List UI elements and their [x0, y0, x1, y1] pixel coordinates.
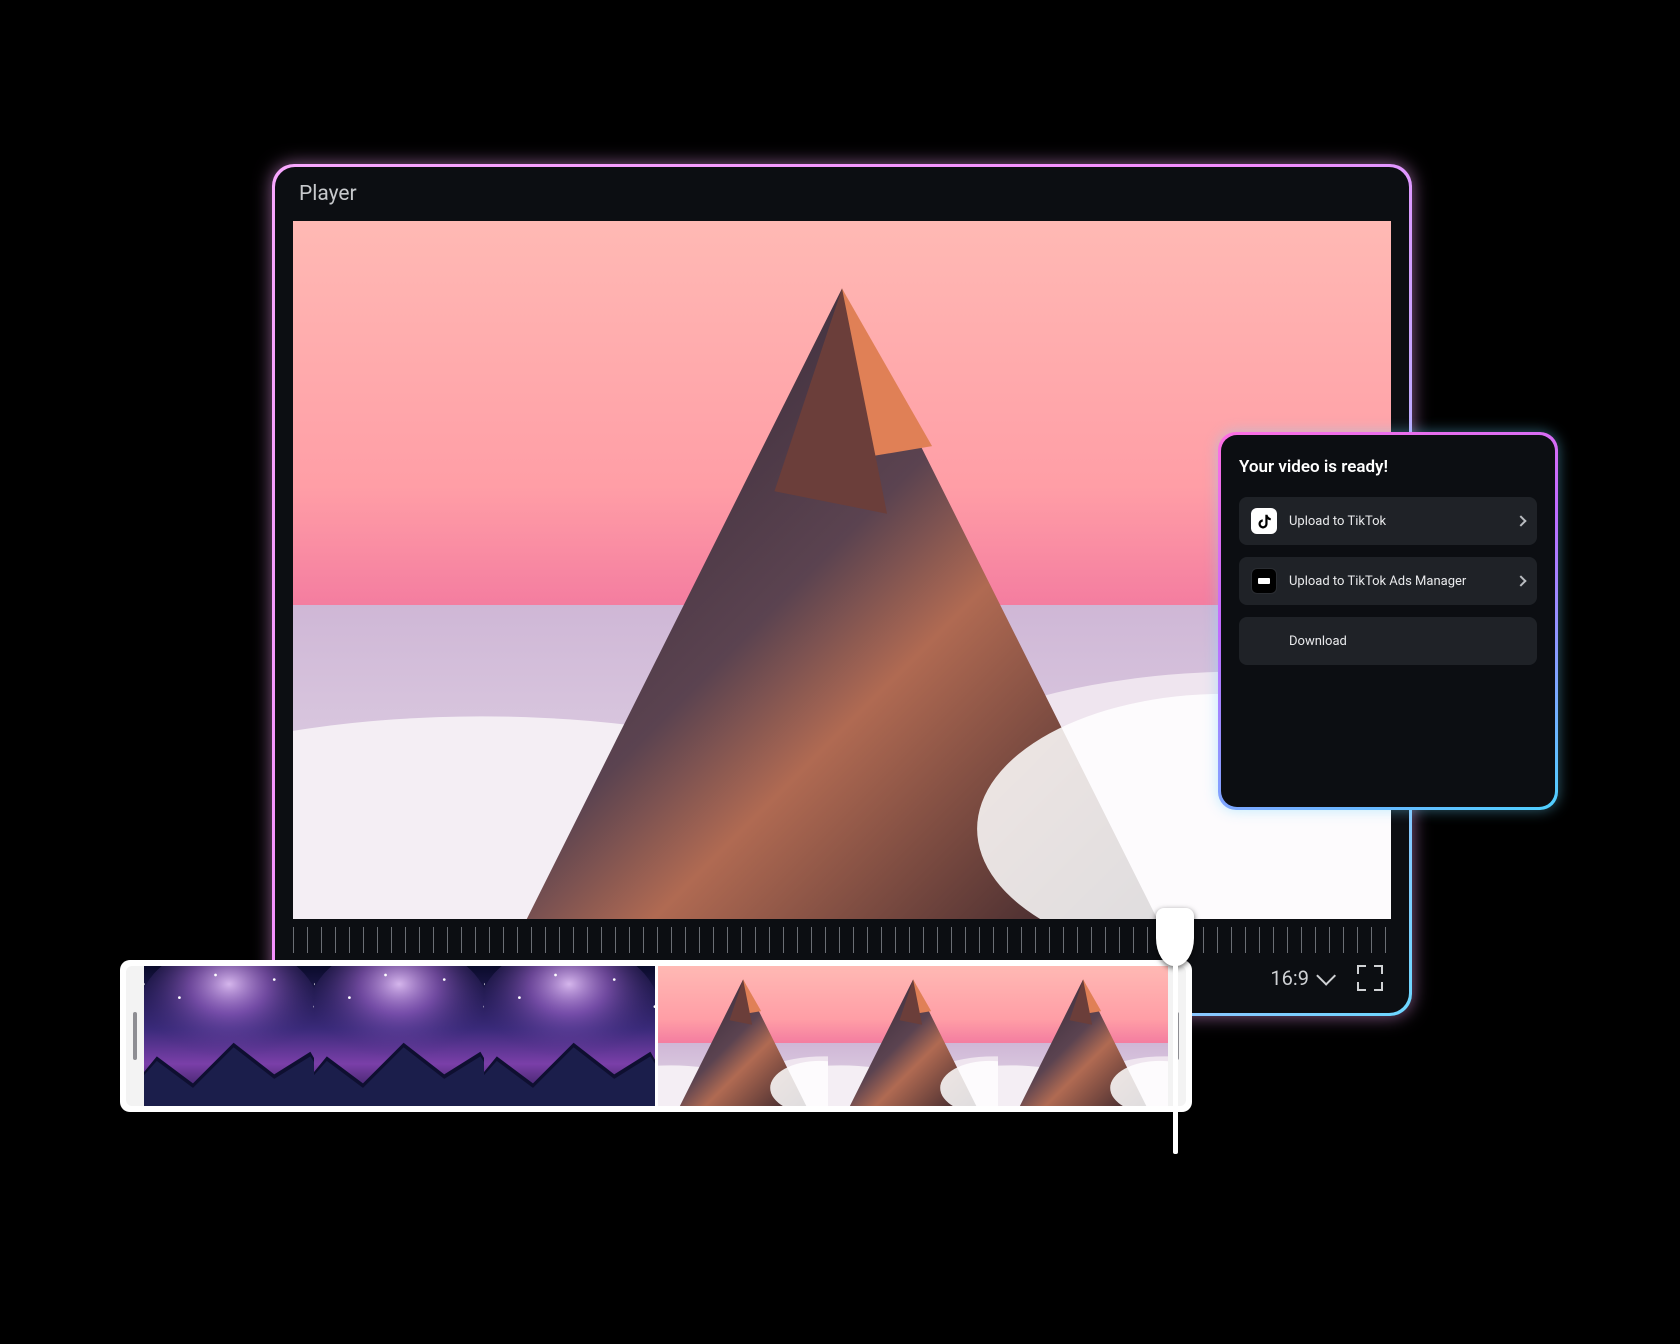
export-panel: Your video is ready! Upload to TikTok Up…: [1218, 432, 1558, 810]
chevron-down-icon: [1316, 966, 1336, 986]
chevron-right-icon: [1515, 515, 1526, 526]
clip-thumb: [828, 966, 998, 1106]
clip-thumb: [144, 966, 314, 1106]
clip-thumb: [658, 966, 828, 1106]
download-icon: [1251, 628, 1277, 654]
aspect-ratio-picker[interactable]: 16:9: [1270, 966, 1331, 990]
download-option[interactable]: Download: [1239, 617, 1537, 665]
trim-handle-left[interactable]: [126, 966, 144, 1106]
clip-thumb: [484, 966, 654, 1106]
timeline-clips: [144, 966, 1168, 1106]
upload-tiktok-option[interactable]: Upload to TikTok: [1239, 497, 1537, 545]
export-title: Your video is ready!: [1239, 457, 1537, 477]
clip-thumb: [314, 966, 484, 1106]
player-ruler[interactable]: [293, 927, 1391, 953]
ads-manager-icon: [1251, 568, 1277, 594]
trim-handle-right[interactable]: [1168, 966, 1186, 1106]
aspect-ratio-value: 16:9: [1270, 966, 1309, 990]
timeline-clip[interactable]: [658, 966, 1169, 1106]
timeline-clip[interactable]: [144, 966, 655, 1106]
timeline-strip[interactable]: [120, 960, 1192, 1112]
fullscreen-button[interactable]: [1357, 965, 1383, 991]
chevron-right-icon: [1515, 575, 1526, 586]
player-title: Player: [275, 167, 1409, 221]
playhead-knob[interactable]: [1156, 908, 1194, 966]
export-option-label: Upload to TikTok Ads Manager: [1289, 574, 1505, 589]
clip-thumb: [998, 966, 1168, 1106]
upload-ads-manager-option[interactable]: Upload to TikTok Ads Manager: [1239, 557, 1537, 605]
export-option-label: Download: [1289, 634, 1525, 649]
tiktok-icon: [1251, 508, 1277, 534]
export-option-label: Upload to TikTok: [1289, 514, 1505, 529]
